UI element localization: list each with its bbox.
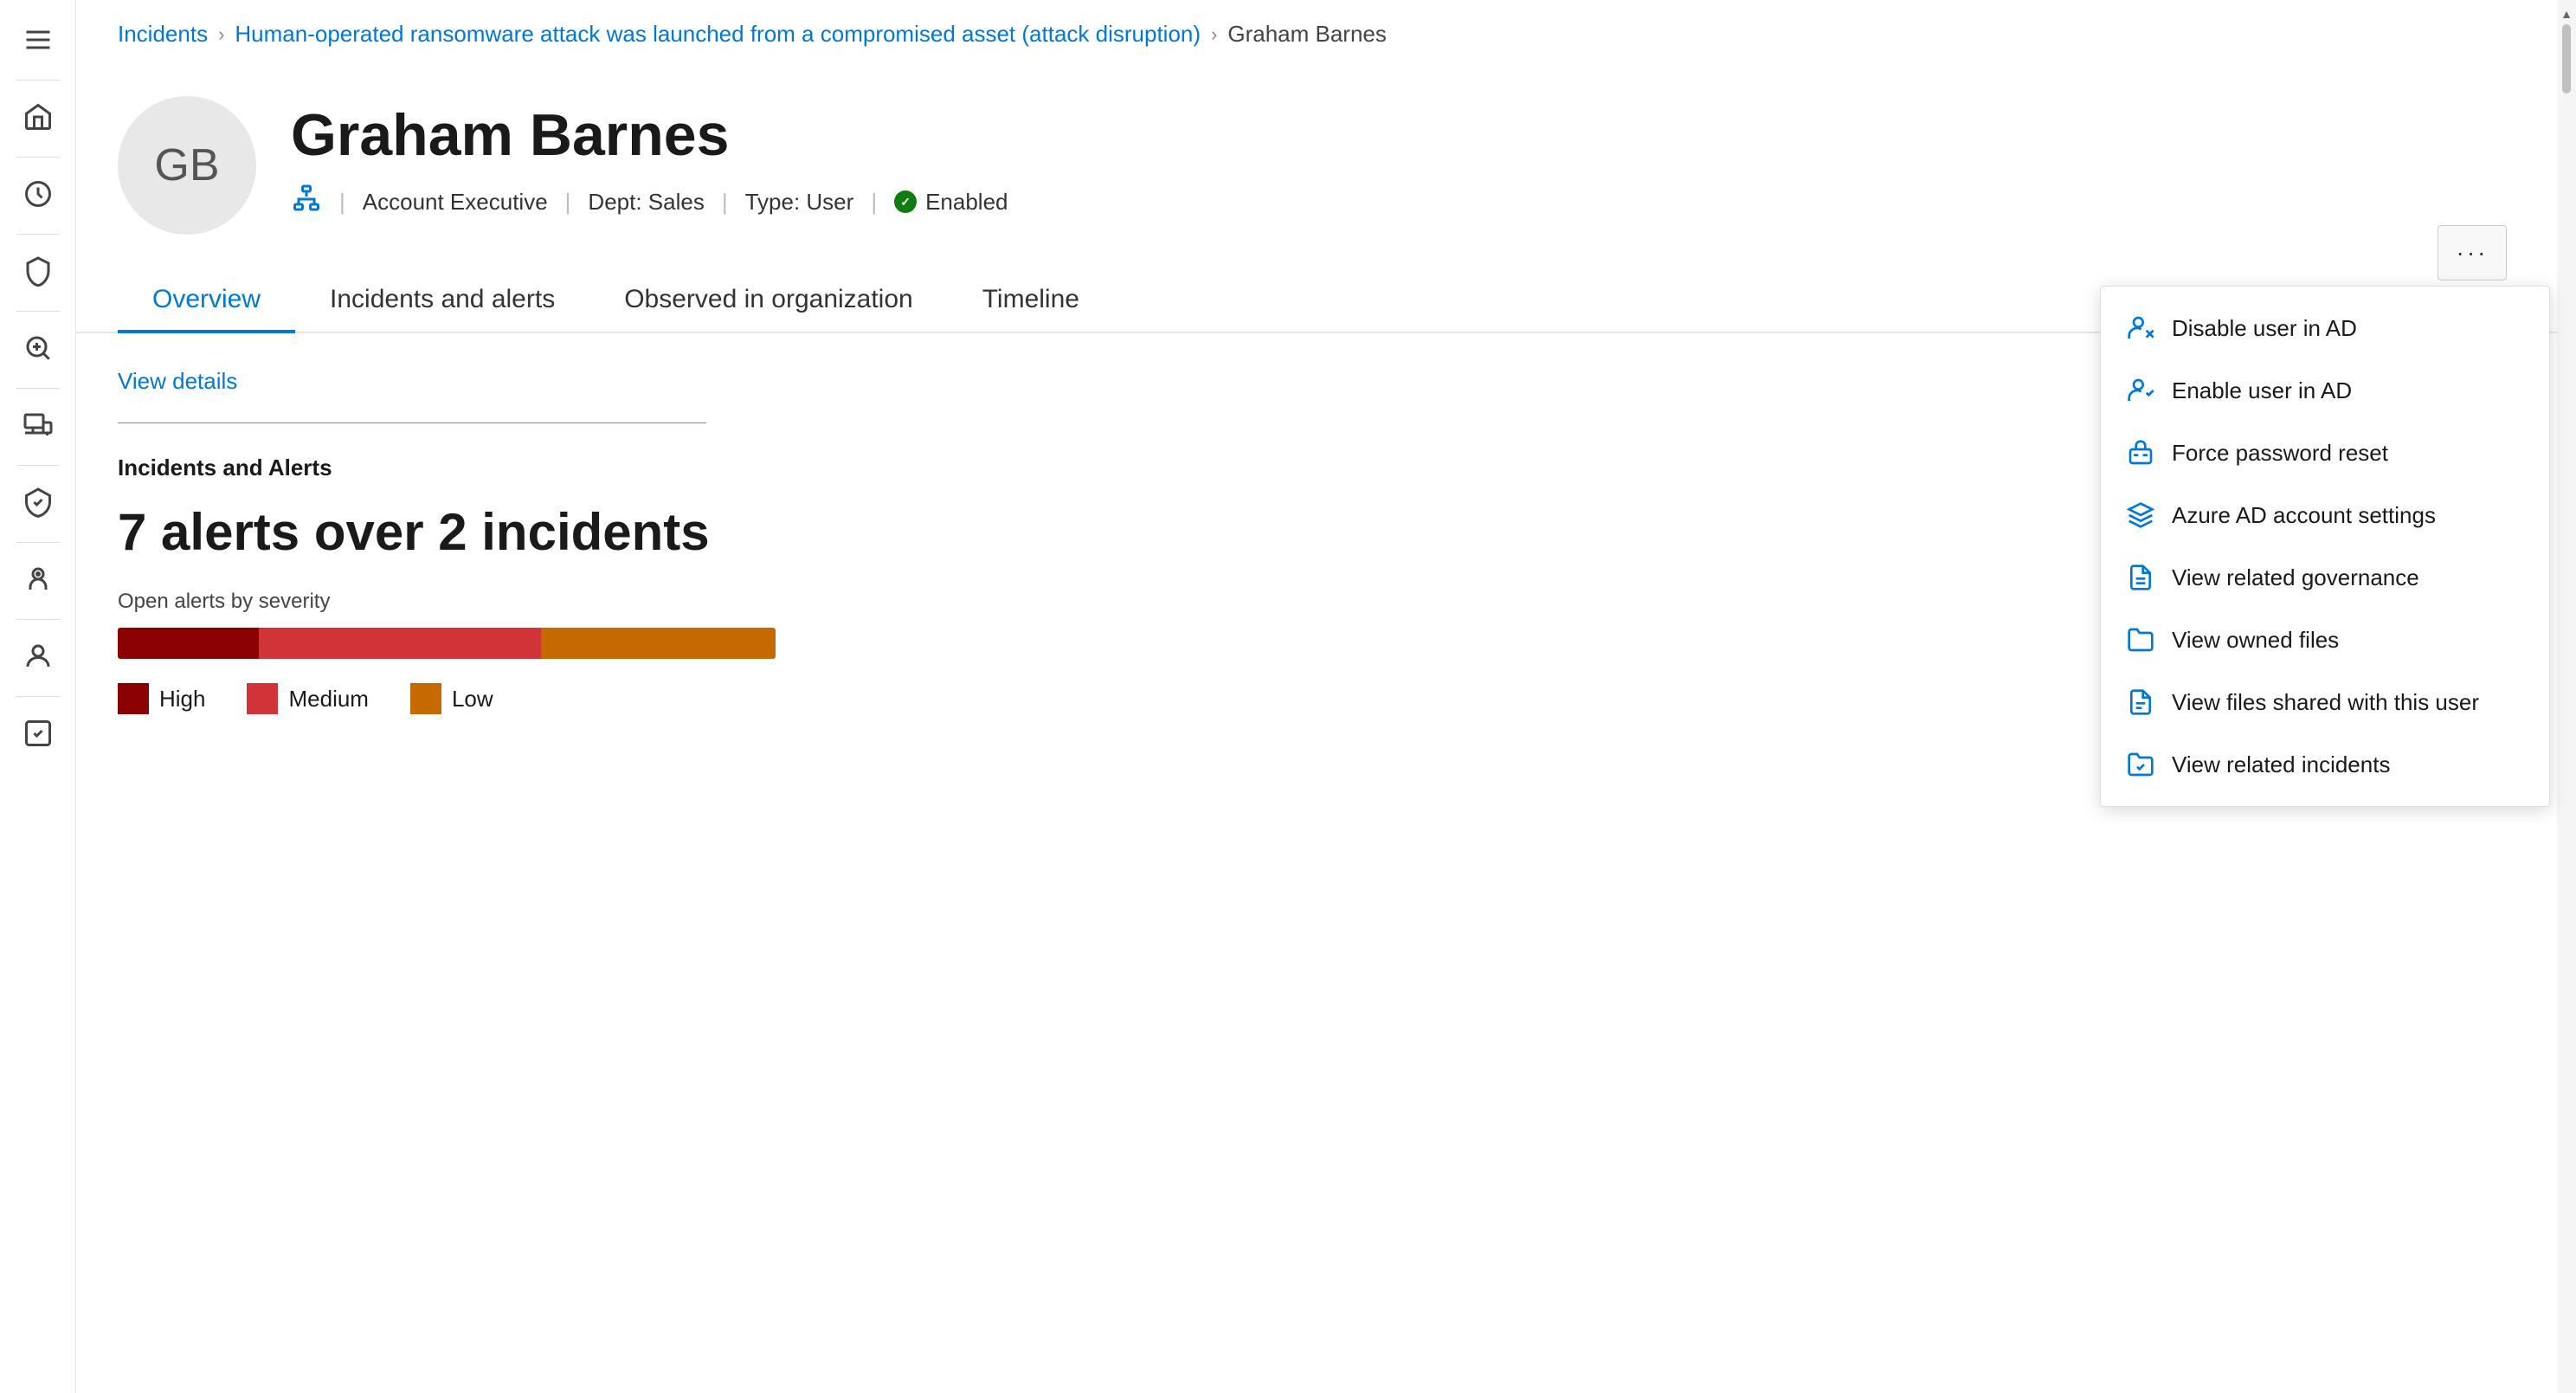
breadcrumb: Incidents › Human-operated ransomware at… — [76, 0, 2576, 61]
menu-owned-files-label: View owned files — [2172, 627, 2339, 654]
menu-password-reset[interactable]: Force password reset — [2101, 422, 2549, 484]
menu-related-incidents[interactable]: View related incidents — [2101, 733, 2549, 796]
pipe-sep-1: | — [339, 189, 345, 216]
status-label: Enabled — [925, 189, 1008, 216]
profile-type: Type: User — [745, 189, 854, 216]
owned-files-icon — [2125, 624, 2156, 655]
bar-high — [118, 628, 259, 659]
avatar: GB — [118, 96, 256, 235]
pipe-sep-2: | — [565, 189, 571, 216]
scrollbar-thumb[interactable] — [2562, 24, 2571, 94]
profile-title: Account Executive — [363, 189, 548, 216]
menu-password-reset-label: Force password reset — [2172, 440, 2388, 467]
sidebar-divider-7 — [16, 542, 60, 543]
bar-low — [541, 628, 776, 659]
legend-low-color — [410, 683, 441, 714]
profile-dept: Dept: Sales — [588, 189, 704, 216]
main-content: Incidents › Human-operated ransomware at… — [76, 0, 2576, 1393]
menu-enable-user-label: Enable user in AD — [2172, 377, 2352, 404]
home-icon[interactable] — [9, 87, 68, 146]
intelligence-icon[interactable] — [9, 550, 68, 609]
profile-meta: | Account Executive | Dept: Sales | Type… — [291, 184, 1008, 221]
tab-incidents-alerts[interactable]: Incidents and alerts — [295, 269, 589, 333]
menu-azure-ad-label: Azure AD account settings — [2172, 502, 2436, 529]
legend-low-label: Low — [452, 686, 493, 713]
scrollbar-up-arrow[interactable]: ▲ — [2560, 7, 2573, 21]
profile-status: Enabled — [894, 189, 1008, 216]
menu-shared-files-label: View files shared with this user — [2172, 689, 2479, 716]
menu-enable-user[interactable]: Enable user in AD — [2101, 359, 2549, 422]
sidebar-divider-9 — [16, 696, 60, 697]
devices-icon[interactable] — [9, 396, 68, 455]
disable-user-icon — [2125, 313, 2156, 344]
related-incidents-icon — [2125, 749, 2156, 780]
tab-overview[interactable]: Overview — [118, 269, 295, 333]
content-divider — [118, 422, 706, 423]
sidebar-divider-4 — [16, 311, 60, 312]
legend-high-label: High — [159, 686, 205, 713]
menu-icon[interactable] — [9, 10, 68, 69]
shared-files-icon — [2125, 687, 2156, 718]
menu-shared-files[interactable]: View files shared with this user — [2101, 671, 2549, 733]
sidebar-divider-3 — [16, 234, 60, 235]
menu-related-incidents-label: View related incidents — [2172, 751, 2390, 778]
user-profile-icon[interactable] — [9, 627, 68, 686]
more-button[interactable]: ··· — [2438, 225, 2507, 281]
legend-high-color — [118, 683, 149, 714]
pipe-sep-4: | — [871, 189, 877, 216]
profile-name: Graham Barnes — [291, 103, 1008, 168]
pipe-sep-3: | — [722, 189, 728, 216]
endpoint-security-icon[interactable] — [9, 704, 68, 763]
sidebar-divider-1 — [16, 80, 60, 81]
breadcrumb-incident[interactable]: Human-operated ransomware attack was lau… — [235, 21, 1201, 48]
menu-governance-label: View related governance — [2172, 564, 2419, 591]
governance-icon — [2125, 562, 2156, 593]
profile-section: GB Graham Barnes | Account Executive | D… — [76, 61, 2576, 235]
org-icon — [291, 184, 322, 221]
legend-medium-color — [247, 683, 278, 714]
breadcrumb-incidents[interactable]: Incidents — [118, 21, 208, 48]
enable-user-icon — [2125, 375, 2156, 406]
azure-ad-icon — [2125, 500, 2156, 531]
bar-medium — [259, 628, 541, 659]
legend-medium-label: Medium — [288, 686, 368, 713]
sidebar-divider-2 — [16, 157, 60, 158]
clock-icon[interactable] — [9, 164, 68, 223]
status-enabled-dot — [894, 190, 917, 213]
security-shield-icon[interactable] — [9, 473, 68, 532]
menu-disable-user[interactable]: Disable user in AD — [2101, 297, 2549, 359]
menu-disable-user-label: Disable user in AD — [2172, 315, 2357, 342]
sidebar-divider-6 — [16, 465, 60, 466]
scrollbar[interactable]: ▲ — [2557, 0, 2576, 1393]
sidebar-divider-5 — [16, 388, 60, 389]
legend-low: Low — [410, 683, 493, 714]
breadcrumb-sep-1: › — [218, 23, 224, 46]
menu-owned-files[interactable]: View owned files — [2101, 609, 2549, 671]
shield-icon[interactable] — [9, 242, 68, 300]
password-reset-icon — [2125, 437, 2156, 468]
legend-medium: Medium — [247, 683, 368, 714]
menu-governance[interactable]: View related governance — [2101, 546, 2549, 609]
tab-timeline[interactable]: Timeline — [948, 269, 1114, 333]
breadcrumb-sep-2: › — [1211, 23, 1217, 46]
view-details-link[interactable]: View details — [118, 368, 237, 395]
profile-info: Graham Barnes | Account Executive | Dept… — [291, 96, 1008, 221]
legend-high: High — [118, 683, 205, 714]
tab-observed[interactable]: Observed in organization — [589, 269, 948, 333]
hunt-icon[interactable] — [9, 319, 68, 377]
breadcrumb-user: Graham Barnes — [1227, 21, 1387, 48]
menu-azure-ad[interactable]: Azure AD account settings — [2101, 484, 2549, 546]
dropdown-menu: Disable user in AD Enable user in AD — [2100, 286, 2550, 807]
sidebar-divider-8 — [16, 619, 60, 620]
severity-bar — [118, 628, 776, 659]
sidebar — [0, 0, 76, 1393]
